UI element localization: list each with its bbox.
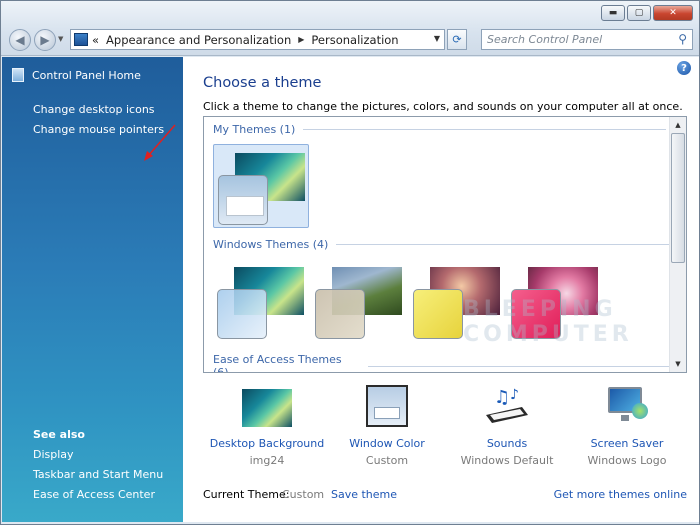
group-divider	[303, 129, 667, 130]
back-button[interactable]: ◀	[9, 29, 31, 51]
screen-saver-label[interactable]: Screen Saver	[567, 437, 687, 450]
monitor-icon	[602, 385, 652, 427]
task-links: Change desktop icons Change mouse pointe…	[33, 100, 164, 140]
landscape-thumbnail-icon	[242, 389, 292, 427]
personalization-window: ▬ ▢ ✕ ◀ ▶ ▼ « Appearance and Personaliza…	[0, 0, 700, 525]
theme-window-preview	[315, 289, 365, 339]
theme-flowers[interactable]	[507, 259, 603, 343]
group-windows-themes-label: Windows Themes (4)	[213, 238, 329, 251]
group-ease-of-access-label: Ease of Access Themes (6)	[213, 353, 342, 373]
window-color-icon	[366, 385, 408, 427]
window-color-value: Custom	[365, 454, 409, 467]
scroll-down-icon[interactable]: ▼	[670, 356, 686, 372]
control-panel-home-label[interactable]: Control Panel Home	[32, 69, 141, 82]
theme-window-preview	[511, 289, 561, 339]
theme-windows-aero[interactable]	[213, 259, 309, 343]
forward-arrow-icon: ▶	[40, 33, 50, 47]
sounds-label[interactable]: Sounds	[447, 437, 567, 450]
breadcrumb-separator-icon[interactable]: ▶	[298, 35, 304, 44]
ease-of-access-center-link[interactable]: Ease of Access Center	[33, 485, 163, 505]
scroll-up-icon[interactable]: ▲	[670, 117, 686, 133]
desktop-background-value: img24	[249, 454, 285, 467]
group-divider	[368, 365, 686, 367]
recent-pages-dropdown-icon[interactable]: ▼	[58, 35, 63, 43]
svg-text:♪: ♪	[510, 387, 519, 403]
sounds-value: Windows Default	[460, 454, 554, 467]
theme-preview-inner	[226, 196, 264, 216]
maximize-button[interactable]: ▢	[627, 5, 651, 21]
content-pane: ? Choose a theme Click a theme to change…	[183, 57, 699, 522]
page-title: Choose a theme	[203, 75, 322, 91]
current-theme-value: Custom	[282, 488, 325, 501]
see-also-heading: See also	[33, 428, 85, 441]
page-description: Click a theme to change the pictures, co…	[203, 100, 683, 113]
group-divider	[336, 244, 685, 245]
search-placeholder: Search Control Panel	[487, 33, 603, 46]
group-windows-themes[interactable]: Windows Themes (4)	[213, 238, 685, 251]
svg-text:♫: ♫	[494, 387, 510, 408]
theme-custom[interactable]	[213, 144, 309, 228]
breadcrumb-appearance[interactable]: Appearance and Personalization	[106, 33, 291, 47]
caption-buttons: ▬ ▢ ✕	[601, 5, 693, 21]
search-input[interactable]: Search Control Panel ⚲	[481, 29, 693, 50]
window-color-setting[interactable]: Window Color Custom	[327, 385, 447, 467]
music-notes-icon: ♫ ♪	[482, 385, 532, 427]
desktop-background-label[interactable]: Desktop Background	[207, 437, 327, 450]
help-icon[interactable]: ?	[677, 61, 691, 75]
screen-saver-setting[interactable]: Screen Saver Windows Logo	[567, 385, 687, 467]
see-also-links: Display Taskbar and Start Menu Ease of A…	[33, 445, 163, 505]
save-theme-link[interactable]: Save theme	[331, 488, 397, 501]
theme-window-preview	[413, 289, 463, 339]
refresh-icon: ⟳	[452, 33, 462, 46]
back-arrow-icon: ◀	[15, 33, 25, 47]
theme-list[interactable]: My Themes (1) Windows Themes (4) Ease of…	[203, 116, 687, 373]
taskbar-start-menu-link[interactable]: Taskbar and Start Menu	[33, 465, 163, 485]
get-more-themes-link[interactable]: Get more themes online	[554, 488, 687, 501]
current-theme-label: Current Theme:	[203, 488, 290, 501]
control-panel-home-link[interactable]: Control Panel Home	[12, 68, 141, 82]
change-mouse-pointers-link[interactable]: Change mouse pointers	[33, 120, 164, 140]
minimize-button[interactable]: ▬	[601, 5, 625, 21]
bubbles-icon	[632, 403, 648, 419]
close-button[interactable]: ✕	[653, 5, 693, 21]
window-chrome: ▬ ▢ ✕ ◀ ▶ ▼ « Appearance and Personaliza…	[1, 1, 699, 56]
theme-window-preview	[217, 289, 267, 339]
theme-landscapes[interactable]	[311, 259, 407, 343]
address-chevron[interactable]: «	[92, 33, 99, 47]
group-my-themes-label: My Themes (1)	[213, 123, 296, 136]
control-panel-home-icon	[12, 68, 24, 82]
desktop-background-setting[interactable]: Desktop Background img24	[207, 385, 327, 467]
display-link[interactable]: Display	[33, 445, 163, 465]
address-bar[interactable]: « Appearance and Personalization ▶ Perso…	[70, 29, 445, 50]
breadcrumb-personalization[interactable]: Personalization	[311, 33, 398, 47]
screen-saver-value: Windows Logo	[587, 454, 667, 467]
group-my-themes[interactable]: My Themes (1)	[213, 123, 667, 136]
monitor-stand	[621, 415, 629, 421]
group-ease-of-access-themes[interactable]: Ease of Access Themes (6)	[213, 353, 686, 373]
search-icon[interactable]: ⚲	[678, 32, 687, 46]
refresh-button[interactable]: ⟳	[447, 29, 467, 50]
window-color-inner	[374, 407, 400, 419]
sounds-setting[interactable]: ♫ ♪ Sounds Windows Default	[447, 385, 567, 467]
task-pane: Control Panel Home Change desktop icons …	[2, 57, 183, 522]
change-desktop-icons-link[interactable]: Change desktop icons	[33, 100, 164, 120]
scrollbar-thumb[interactable]	[671, 133, 685, 263]
address-dropdown-icon[interactable]: ▼	[434, 34, 440, 43]
control-panel-icon	[74, 33, 88, 46]
forward-button[interactable]: ▶	[34, 29, 56, 51]
theme-window-preview	[218, 175, 268, 225]
theme-light-auras[interactable]	[409, 259, 505, 343]
window-color-label[interactable]: Window Color	[327, 437, 447, 450]
theme-list-scrollbar[interactable]: ▲ ▼	[669, 117, 686, 372]
